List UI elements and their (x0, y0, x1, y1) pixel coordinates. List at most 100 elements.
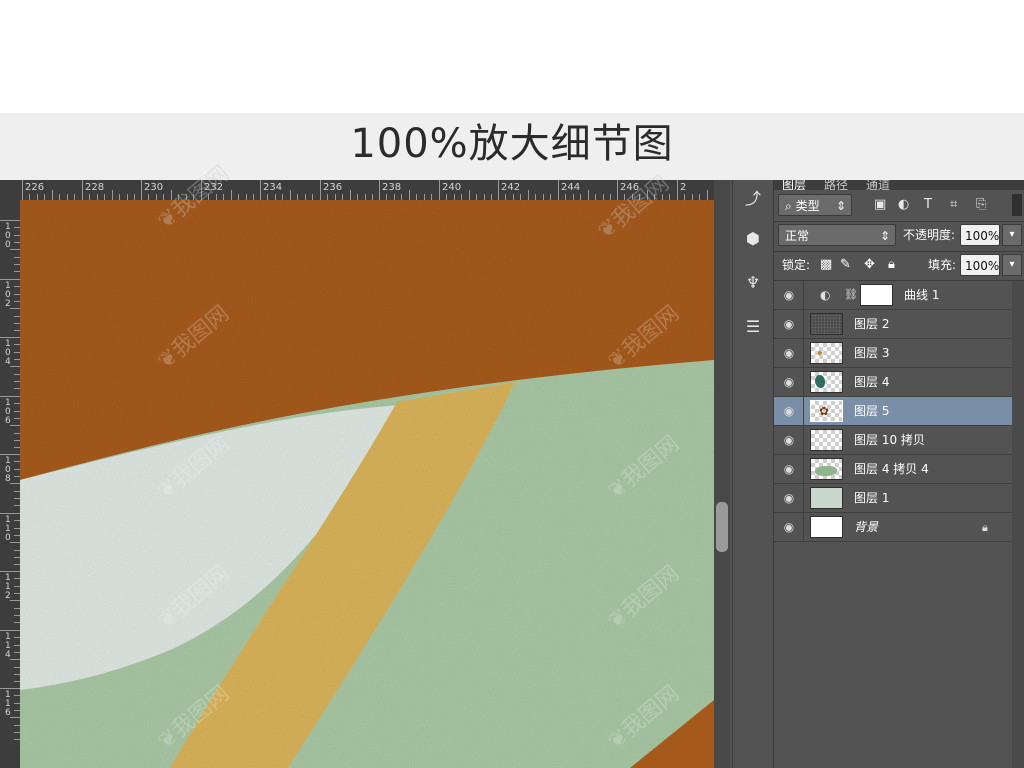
ruler-label: 236 (323, 182, 343, 193)
layers-scrollbar[interactable] (1012, 281, 1024, 768)
properties-icon[interactable]: ☰ (739, 314, 767, 340)
ruler-minor-tick (231, 190, 232, 200)
ruler-major-tick (260, 180, 261, 200)
lock-image-pixels-icon[interactable]: ✎ (840, 254, 851, 276)
vertical-ruler[interactable]: 100 102 104 106 108 110 112 114 116 (0, 200, 20, 768)
ruler-minor-tick (10, 308, 20, 309)
layer-row[interactable]: ◉ 图层 4 (774, 368, 1012, 397)
layer-thumbnail (810, 429, 843, 451)
visibility-eye-icon[interactable]: ◉ (782, 520, 796, 534)
divider (774, 221, 1024, 222)
ruler-minor-tick (350, 190, 351, 200)
ruler-origin[interactable] (0, 180, 20, 200)
scrollbar-thumb[interactable] (716, 502, 728, 552)
ruler-major-tick (0, 571, 20, 572)
visibility-eye-icon[interactable]: ◉ (782, 462, 796, 476)
chevron-updown-icon: ⇕ (879, 229, 890, 243)
visibility-eye-icon[interactable]: ◉ (782, 317, 796, 331)
ruler-minor-tick (528, 190, 529, 200)
tab-paths[interactable]: 路径 (824, 180, 848, 190)
layer-row[interactable]: ◉ 图层 1 (774, 484, 1012, 513)
ruler-label: 238 (382, 182, 402, 193)
ruler-major-tick (0, 513, 20, 514)
ruler-label: 2 (680, 182, 687, 193)
visibility-eye-icon[interactable]: ◉ (782, 288, 796, 302)
ruler-label: 234 (263, 182, 283, 193)
brush-presets-icon[interactable]: ♆ (739, 270, 767, 296)
fill-input[interactable]: 100% (960, 254, 1000, 276)
layer-row[interactable]: ◉ 图层 10 拷贝 (774, 426, 1012, 455)
visibility-eye-icon[interactable]: ◉ (782, 491, 796, 505)
ruler-minor-tick (52, 190, 53, 200)
tab-channels[interactable]: 通道 (866, 180, 890, 190)
ruler-major-tick (617, 180, 618, 200)
ruler-major-tick (82, 180, 83, 200)
fill-dropdown-button[interactable]: ▾ (1002, 254, 1022, 276)
ruler-minor-tick (10, 249, 20, 250)
filter-kind-select[interactable]: ⌕ 类型 ⇕ (778, 194, 852, 216)
3d-icon[interactable]: ⬢ (739, 226, 767, 252)
ruler-major-tick (141, 180, 142, 200)
history-icon[interactable]: ⤴ (739, 186, 767, 212)
visibility-eye-icon[interactable]: ◉ (782, 433, 796, 447)
blend-mode-value: 正常 (785, 229, 810, 243)
filter-kind-label: 类型 (795, 199, 820, 213)
ruler-major-tick (0, 688, 20, 689)
ruler-major-tick (201, 180, 202, 200)
layer-name: 图层 4 拷贝 4 (854, 462, 929, 476)
adjustment-layer-icon: ◐ (820, 288, 831, 302)
ruler-minor-tick (707, 190, 708, 200)
ruler-major-tick (0, 630, 20, 631)
canvas-scrollbar[interactable] (714, 180, 730, 768)
filter-toggle[interactable] (1012, 194, 1022, 216)
ruler-minor-tick (10, 542, 20, 543)
ruler-label: 244 (561, 182, 581, 193)
visibility-eye-icon[interactable]: ◉ (782, 346, 796, 360)
ruler-major-tick (320, 180, 321, 200)
ruler-major-tick (0, 396, 20, 397)
horizontal-ruler[interactable]: 226 228 230 232 234 236 238 240 242 244 246 2 (20, 180, 714, 200)
visibility-eye-icon[interactable]: ◉ (782, 404, 796, 418)
ruler-label: 240 (442, 182, 462, 193)
ruler-major-tick (22, 180, 23, 200)
ruler-label: 230 (144, 182, 164, 193)
shape-filter-icon[interactable]: ⌗ (950, 194, 957, 216)
layer-thumbnail: ✿ (810, 400, 843, 422)
ruler-major-tick (677, 180, 678, 200)
layer-row[interactable]: ◉ 图层 3 (774, 339, 1012, 368)
layer-name: 曲线 1 (904, 288, 940, 302)
banner-title: 100%放大细节图 (350, 121, 674, 167)
layer-row[interactable]: ◉ 背景 🔒︎ (774, 513, 1012, 542)
visibility-eye-icon[interactable]: ◉ (782, 375, 796, 389)
top-margin (0, 0, 1024, 113)
layer-row[interactable]: ◉ 图层 2 (774, 310, 1012, 339)
opacity-input[interactable]: 100% (960, 224, 1000, 246)
chevron-updown-icon: ⇕ (835, 199, 846, 213)
layer-thumbnail (810, 487, 843, 509)
ruler-label: 228 (85, 182, 105, 193)
layer-name: 图层 4 (854, 375, 890, 389)
layer-thumbnail (810, 516, 843, 538)
tab-layers[interactable]: 图层 (782, 180, 806, 190)
ruler-minor-tick (10, 600, 20, 601)
smart-object-filter-icon[interactable]: ⎘ (976, 194, 986, 216)
document-canvas[interactable] (20, 200, 714, 768)
ruler-minor-tick (10, 659, 20, 660)
layer-row[interactable]: ◉ ◐ ⛓ 曲线 1 (774, 281, 1012, 310)
lock-all-icon[interactable]: 🔒︎ (888, 254, 895, 276)
layer-row[interactable]: ◉ ✿ 图层 5 (774, 397, 1012, 426)
lock-transparent-pixels-icon[interactable]: ▩ (820, 254, 832, 276)
ruler-minor-tick (10, 483, 20, 484)
image-filter-icon[interactable]: ▣ (874, 194, 886, 216)
lock-position-icon[interactable]: ✥ (864, 254, 875, 276)
layer-row[interactable]: ◉ 图层 4 拷贝 4 (774, 455, 1012, 484)
ruler-major-tick (558, 180, 559, 200)
collapsed-panel-strip: ⤴ ⬢ ♆ ☰ (732, 180, 774, 768)
ruler-label: 242 (501, 182, 521, 193)
ruler-label: 226 (25, 182, 45, 193)
ruler-minor-tick (647, 190, 648, 200)
blend-mode-select[interactable]: 正常 ⇕ (778, 224, 896, 246)
type-filter-icon[interactable]: T (924, 194, 932, 216)
opacity-dropdown-button[interactable]: ▾ (1002, 224, 1022, 246)
adjustment-filter-icon[interactable]: ◐ (898, 194, 909, 216)
